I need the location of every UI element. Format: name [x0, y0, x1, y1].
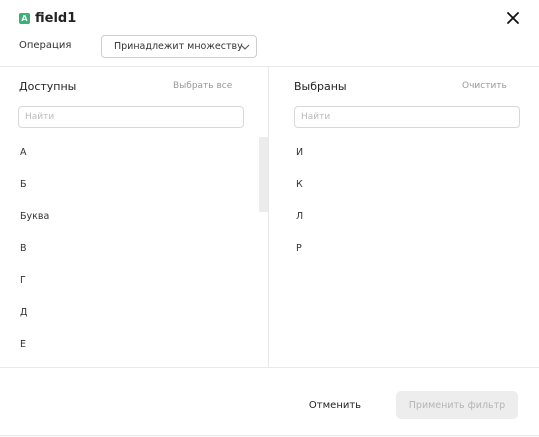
selected-list-item[interactable]: Л: [295, 201, 521, 233]
selected-list-item[interactable]: Р: [295, 233, 521, 265]
close-icon[interactable]: [505, 10, 521, 26]
selected-list-item[interactable]: И: [295, 137, 521, 169]
selected-list: ИКЛР: [295, 137, 521, 265]
operation-label: Операция: [19, 40, 72, 51]
available-list-item[interactable]: Е: [19, 329, 255, 361]
dialog-title: field1: [35, 10, 77, 26]
divider-top: [0, 66, 539, 67]
available-list-item[interactable]: Д: [19, 297, 255, 329]
selected-search-input[interactable]: [294, 106, 520, 128]
available-list-item[interactable]: В: [19, 233, 255, 265]
divider-vertical: [268, 67, 269, 367]
available-list-item[interactable]: А: [19, 137, 255, 169]
available-list-item[interactable]: Г: [19, 265, 255, 297]
select-all-button[interactable]: Выбрать все: [173, 81, 232, 91]
field-type-badge: A: [19, 12, 30, 24]
apply-filter-button[interactable]: Применить фильтр: [396, 391, 518, 419]
filter-dialog: A field1 Операция Принадлежит множеству …: [0, 0, 539, 437]
clear-button[interactable]: Очистить: [462, 81, 507, 91]
dialog-header: A field1: [19, 9, 76, 27]
available-scrollbar[interactable]: [259, 137, 268, 212]
divider-end: [0, 435, 539, 436]
available-title: Доступны: [19, 80, 77, 93]
available-list-item[interactable]: Буква: [19, 201, 255, 233]
chevron-down-icon: [240, 44, 250, 50]
available-list: А Б Буква В Г Д Е: [19, 137, 255, 361]
divider-bottom: [0, 367, 539, 368]
available-list-item[interactable]: Б: [19, 169, 255, 201]
operation-select-value: Принадлежит множеству: [114, 41, 243, 52]
selected-list-item[interactable]: К: [295, 169, 521, 201]
operation-select[interactable]: Принадлежит множеству: [101, 35, 257, 58]
selected-title: Выбраны: [294, 80, 347, 93]
cancel-button[interactable]: Отменить: [298, 391, 372, 419]
available-search-input[interactable]: [18, 106, 244, 128]
